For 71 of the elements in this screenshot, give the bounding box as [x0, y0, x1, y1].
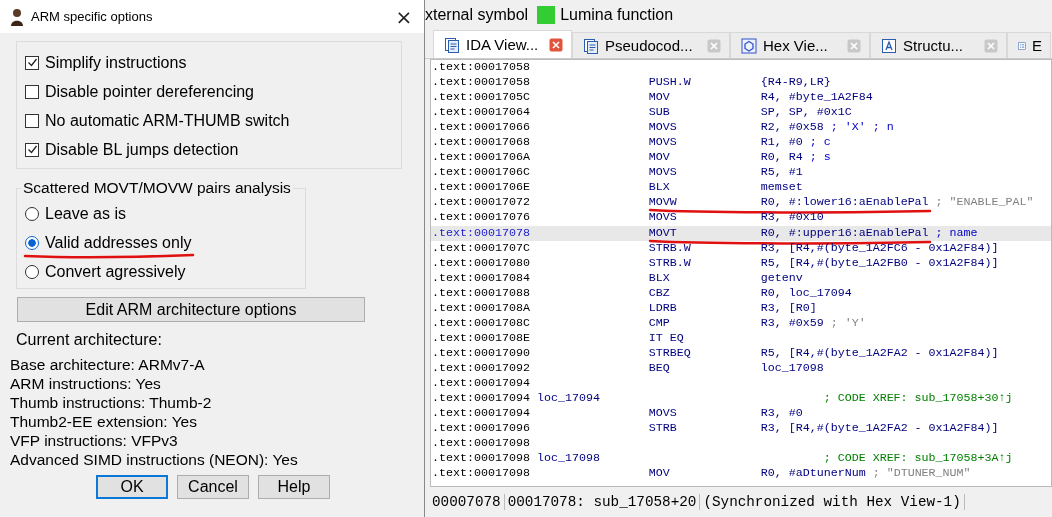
- tab[interactable]: E: [1007, 32, 1051, 58]
- structure-icon: [881, 37, 897, 54]
- code-line[interactable]: .text:00017094 MOVS R3, #0: [431, 406, 1051, 422]
- window-title: ARM specific options: [31, 9, 154, 24]
- radio-label: Convert agressively: [45, 262, 186, 281]
- code-line[interactable]: .text:00017072 MOVW R0, #:lower16:aEnablePal ; "ENABLE_PAL": [431, 195, 1051, 211]
- code-line[interactable]: .text:00017066 MOVS R2, #0x58 ; 'X' ; n: [431, 120, 1051, 136]
- code-line[interactable]: .text:00017058 PUSH.W {R4-R9,LR}: [431, 75, 1051, 91]
- close-button[interactable]: ×: [384, 0, 424, 33]
- dialog-button[interactable]: Help: [258, 475, 330, 499]
- tab[interactable]: Structu...: [870, 32, 1007, 58]
- group-title: Scattered MOVT/MOVW pairs analysis: [22, 179, 292, 197]
- status-field: 00007078: [429, 494, 505, 510]
- code-line[interactable]: .text:00017088 CBZ R0, loc_17094: [431, 285, 1051, 301]
- info-text: Thumb instructions: Thumb-2: [10, 393, 213, 412]
- code-line[interactable]: .text:0001705C MOV R4, #byte_1A2F84: [431, 90, 1051, 106]
- checkbox-label: Disable BL jumps detection: [45, 140, 239, 159]
- checkbox[interactable]: [25, 55, 39, 70]
- status-field: (Synchronized with Hex View-1): [700, 494, 965, 510]
- radio-label: Leave as is: [45, 204, 126, 223]
- radio-label: Valid addresses only: [45, 233, 192, 252]
- radio-button[interactable]: [25, 206, 39, 221]
- checkbox-label: Simplify instructions: [45, 53, 187, 72]
- code-line[interactable]: .text:0001708A LDRB R3, [R0]: [431, 300, 1051, 316]
- checkbox[interactable]: [25, 142, 39, 157]
- code-line[interactable]: .text:00017080 STRB.W R5, [R4,#(byte_1A2FB0 - 0x1A2F84)]: [431, 255, 1051, 271]
- code-line[interactable]: .text:0001706A MOV R0, R4 ; s: [431, 150, 1051, 166]
- radio-button[interactable]: [25, 264, 39, 279]
- checkbox[interactable]: [25, 84, 39, 99]
- code-line[interactable]: .text:00017096 STRB R3, [R4,#(byte_1A2FA2 - 0x1A2F84)]: [431, 421, 1051, 437]
- code-line[interactable]: .text:00017094: [431, 376, 1051, 392]
- code-line[interactable]: .text:0001708C CMP R3, #0x59 ; 'Y': [431, 315, 1051, 331]
- document-icon: [583, 37, 599, 54]
- hexagon-icon: [741, 37, 757, 54]
- status-field: 00017078: sub_17058+20: [504, 494, 701, 510]
- info-text: ARM instructions: Yes: [10, 374, 162, 393]
- code-line[interactable]: .text:00017068 MOVS R1, #0 ; c: [431, 135, 1051, 151]
- code-line[interactable]: .text:00017084 BLX getenv: [431, 270, 1051, 286]
- dialog-button[interactable]: Cancel: [177, 475, 249, 499]
- code-line[interactable]: .text:00017064 SUB SP, SP, #0x1C: [431, 105, 1051, 121]
- code-line[interactable]: .text:0001706C MOVS R5, #1: [431, 165, 1051, 181]
- edit-options-button[interactable]: Edit ARM architecture options: [17, 297, 365, 322]
- figure-icon: [9, 7, 25, 26]
- info-text: VFP instructions: VFPv3: [10, 431, 179, 450]
- code-line[interactable]: .text:00017098 loc_17098 ; CODE XREF: sub_17058+3A↑j: [431, 451, 1051, 467]
- code-line[interactable]: .text:00017094 loc_17094 ; CODE XREF: sub_17058+30↑j: [431, 391, 1051, 407]
- tab[interactable]: Pseudocod...: [572, 32, 730, 58]
- checkbox-label: Disable pointer dereferencing: [45, 82, 254, 101]
- radio-button[interactable]: [25, 235, 39, 250]
- code-line[interactable]: .text:00017090 STRBEQ R5, [R4,#(byte_1A2FA2 - 0x1A2F84)]: [431, 345, 1051, 361]
- info-text: Advanced SIMD instructions (NEON): Yes: [10, 450, 299, 469]
- checkbox-label: No automatic ARM-THUMB switch: [45, 111, 290, 130]
- code-line[interactable]: .text:00017098 MOV R0, #aDtunerNum ; "DTUNER_NUM": [431, 466, 1051, 482]
- code-line[interactable]: .text:0001707C STRB.W R3, [R4,#(byte_1A2FC6 - 0x1A2F84)]: [431, 240, 1051, 256]
- info-text: Thumb2-EE extension: Yes: [10, 412, 198, 431]
- tab[interactable]: Hex Vie...: [730, 32, 870, 58]
- close-icon[interactable]: [549, 37, 563, 52]
- code-line[interactable]: .text:0001706E BLX memset: [431, 180, 1051, 196]
- legend-label: xternal symbol: [425, 6, 529, 24]
- code-line[interactable]: .text:0001708E IT EQ: [431, 330, 1051, 346]
- code-line[interactable]: .text:00017092 BEQ loc_17098: [431, 360, 1051, 376]
- section-heading: Current architecture:: [16, 331, 163, 349]
- dialog-button[interactable]: OK: [96, 475, 168, 499]
- legend-label: Lumina function: [560, 6, 674, 24]
- tab[interactable]: IDA View...: [433, 30, 572, 58]
- checkbox[interactable]: [25, 113, 39, 128]
- document-icon: [444, 36, 460, 53]
- code-line[interactable]: .text:00017076 MOVS R3, #0x10: [431, 210, 1051, 226]
- info-text: Base architecture: ARMv7-A: [10, 355, 206, 374]
- code-line[interactable]: .text:00017098: [431, 436, 1051, 452]
- code-line[interactable]: .text:00017058: [431, 60, 1051, 76]
